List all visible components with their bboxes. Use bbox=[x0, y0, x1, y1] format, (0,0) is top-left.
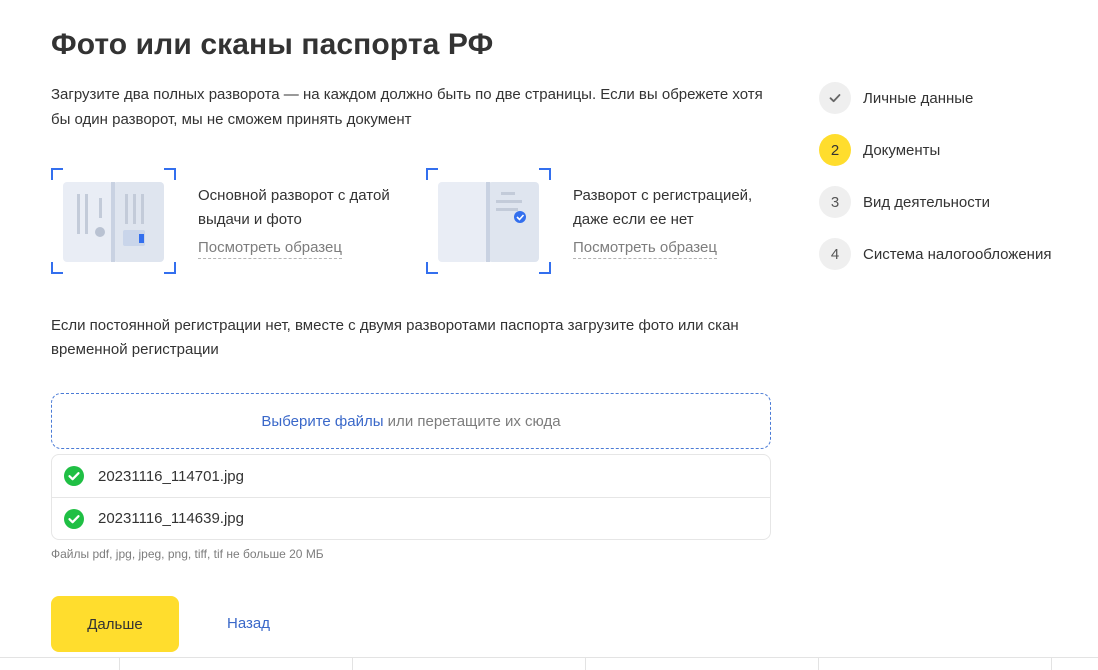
drop-hint-text: или перетащите их сюда bbox=[383, 412, 561, 430]
footer-divider-tick bbox=[585, 658, 586, 670]
step-activity-type: 3 Вид деятельности bbox=[819, 186, 990, 218]
file-name: 20231116_114639.jpg bbox=[98, 510, 244, 527]
check-icon bbox=[829, 94, 841, 103]
step-documents: 2 Документы bbox=[819, 134, 940, 166]
step-number: 4 bbox=[819, 238, 851, 270]
step-number: 2 bbox=[819, 134, 851, 166]
footer-divider-tick bbox=[1051, 658, 1052, 670]
view-sample-link[interactable]: Посмотреть образец bbox=[198, 238, 342, 259]
intro-text: Загрузите два полных разворота — на кажд… bbox=[51, 86, 763, 128]
step-personal-data: Личные данные bbox=[819, 82, 973, 114]
step-label: Вид деятельности bbox=[863, 193, 991, 211]
check-circle-icon bbox=[64, 508, 84, 529]
step-number: 3 bbox=[819, 186, 851, 218]
step-label: Система налогообложения bbox=[863, 245, 1052, 263]
list-item: 20231116_114639.jpg bbox=[52, 497, 770, 539]
registration-note: Если постоянной регистрации нет, вместе … bbox=[51, 317, 739, 358]
back-link[interactable]: Назад bbox=[227, 615, 270, 632]
footer-divider-tick bbox=[119, 658, 120, 670]
footer-divider-tick bbox=[352, 658, 353, 670]
passport-main-spread-icon bbox=[51, 168, 176, 274]
step-label: Документы bbox=[863, 141, 941, 159]
passport-registration-spread-icon bbox=[426, 168, 551, 274]
page-title: Фото или сканы паспорта РФ bbox=[51, 28, 494, 61]
footer-divider bbox=[0, 657, 1098, 658]
list-item: 20231116_114701.jpg bbox=[52, 455, 770, 497]
step-tax-system: 4 Система налогообложения bbox=[819, 238, 1051, 270]
next-button[interactable]: Дальше bbox=[51, 596, 179, 652]
view-sample-link[interactable]: Посмотреть образец bbox=[573, 238, 717, 259]
sample-description: Разворот с регистрацией, даже если ее не… bbox=[573, 187, 753, 228]
check-circle-icon bbox=[64, 466, 84, 486]
file-format-hint: Файлы pdf, jpg, jpeg, png, tiff, tif не … bbox=[51, 547, 324, 561]
step-done-check-icon bbox=[819, 82, 851, 114]
uploaded-files-list: 20231116_114701.jpg 20231116_114639.jpg bbox=[51, 454, 771, 540]
sample-description: Основной разворот с датой выдачи и фото bbox=[198, 187, 390, 228]
step-label: Личные данные bbox=[863, 89, 974, 107]
file-dropzone[interactable]: Выберите файлы или перетащите их сюда bbox=[51, 393, 771, 449]
choose-files-link[interactable]: Выберите файлы bbox=[261, 413, 383, 430]
file-name: 20231116_114701.jpg bbox=[98, 467, 244, 485]
footer-divider-tick bbox=[818, 658, 819, 670]
passport-upload-page: Фото или сканы паспорта РФ Загрузите два… bbox=[0, 0, 1098, 670]
